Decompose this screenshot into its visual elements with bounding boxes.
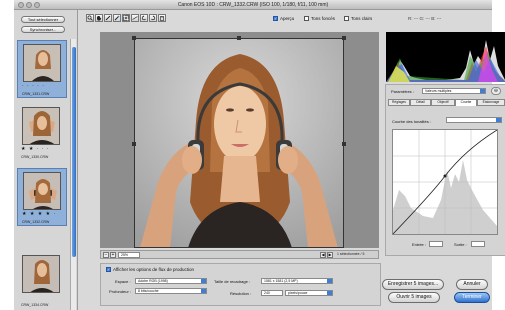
thumbnail-item[interactable]: ★ ★ · · · CRW_1330.CRW xyxy=(17,104,67,162)
zoom-out-button[interactable]: − xyxy=(103,252,109,258)
rating-stars[interactable]: · · · · · xyxy=(22,83,45,89)
thumbnail-item[interactable]: · · · · · CRW_1331.CRW xyxy=(17,40,67,98)
crop-handle[interactable] xyxy=(342,142,346,146)
tab-lens[interactable]: Objectif xyxy=(431,99,455,106)
crop-handle[interactable] xyxy=(237,36,241,40)
output-label: Sortie : xyxy=(454,242,467,247)
space-select[interactable]: Adobe RGB (1998) xyxy=(135,278,207,284)
tone-curve-label: Courbe des tonalités : xyxy=(392,119,431,124)
workflow-options-panel: ✓ Afficher les options de flux de product… xyxy=(100,263,381,306)
thumbnail-filename: CRW_1331.CRW xyxy=(22,92,50,96)
shadows-toggle[interactable]: Tons foncés xyxy=(304,16,336,22)
rotate-right-icon[interactable] xyxy=(149,14,157,22)
resolution-unit-select[interactable]: pixels/pouce xyxy=(285,290,333,296)
open-images-button[interactable]: Ouvrir 5 images xyxy=(388,292,440,303)
straighten-tool-icon[interactable] xyxy=(131,14,139,22)
filmstrip-scrollbar[interactable] xyxy=(70,39,76,310)
preview-label: Aperçu xyxy=(280,16,295,21)
thumbnail-item[interactable]: CRW_1334.CRW xyxy=(17,252,67,310)
tab-detail[interactable]: Détail xyxy=(410,99,431,106)
crop-handle[interactable] xyxy=(132,36,136,40)
rating-stars[interactable]: ★ ★ ★ ★ · xyxy=(22,211,56,217)
select-all-button[interactable]: Tout sélectionner xyxy=(21,16,65,23)
selection-status: 1 sélectionnée / 5 xyxy=(337,252,365,256)
previous-image-icon[interactable]: ◀ xyxy=(320,252,326,258)
window-title: Canon EOS 10D : CRW_1332.CRW (ISO 100, 1… xyxy=(177,2,329,8)
thumbnail-image xyxy=(23,44,61,82)
zoom-level-field[interactable]: 25% xyxy=(118,252,140,258)
preview-checkbox[interactable]: ✓ xyxy=(273,16,278,22)
crop-size-select[interactable]: 1581 x 1581 (2,5 MP) xyxy=(261,278,333,284)
rgb-readout: R: --- G: --- B: --- xyxy=(408,16,442,21)
input-label: Entrée : xyxy=(412,242,427,247)
rotate-left-icon[interactable] xyxy=(140,14,148,22)
thumbnail-image xyxy=(22,107,60,145)
cancel-button[interactable]: Annuler xyxy=(456,279,488,290)
tone-curve-select[interactable] xyxy=(446,117,502,123)
zoom-tool-icon[interactable] xyxy=(86,14,94,22)
synchronize-button[interactable]: Synchroniser... xyxy=(21,26,65,33)
thumbnail-image xyxy=(23,172,61,210)
tab-curve[interactable]: Courbe xyxy=(455,99,477,106)
workflow-options-label: Afficher les options de flux de producti… xyxy=(113,267,194,272)
input-field[interactable] xyxy=(429,241,443,247)
white-balance-tool-icon[interactable] xyxy=(104,14,112,22)
close-window-icon[interactable] xyxy=(18,2,24,8)
thumbnail-filename: CRW_1334.CRW xyxy=(21,303,49,307)
save-images-button[interactable]: Enregistrer 5 images... xyxy=(382,279,444,290)
output-field[interactable] xyxy=(471,241,485,247)
filmstrip-scroll-thumb[interactable] xyxy=(72,47,76,257)
highlights-checkbox[interactable] xyxy=(344,16,349,22)
color-sampler-tool-icon[interactable] xyxy=(113,14,121,22)
settings-label: Paramètres : xyxy=(391,89,414,94)
thumbnail-filename: CRW_1332.CRW xyxy=(22,220,50,224)
filmstrip-panel: Tout sélectionner Synchroniser... · · · … xyxy=(14,10,78,310)
minimize-window-icon[interactable] xyxy=(26,2,32,8)
settings-select[interactable]: Valeurs multiples xyxy=(422,88,486,94)
resolution-field[interactable]: 240 xyxy=(261,290,283,296)
done-button[interactable]: Terminer xyxy=(454,292,490,303)
highlights-label: Tons clairs xyxy=(351,16,373,21)
workflow-options-toggle[interactable]: ✓ Afficher les options de flux de product… xyxy=(106,267,194,273)
highlights-toggle[interactable]: Tons clairs xyxy=(344,16,373,22)
hand-tool-icon[interactable] xyxy=(95,14,103,22)
next-image-icon[interactable]: ▶ xyxy=(327,252,333,258)
zoom-in-button[interactable]: + xyxy=(110,252,116,258)
histogram xyxy=(386,32,505,82)
workflow-options-checkbox[interactable]: ✓ xyxy=(106,267,111,273)
crop-rectangle[interactable] xyxy=(134,38,344,248)
rating-stars[interactable]: ★ ★ · · · xyxy=(21,146,50,152)
settings-menu-icon[interactable]: ⊖ xyxy=(491,87,501,95)
resolution-label: Résolution : xyxy=(230,291,252,296)
preview-toggle[interactable]: ✓ Aperçu xyxy=(273,16,295,22)
crop-size-label: Taille de recadrage : xyxy=(214,279,251,284)
panel-tabs: Réglages Détail Objectif Courbe Étalonna… xyxy=(388,99,505,106)
shadows-label: Tons foncés xyxy=(311,16,336,21)
zoom-strip: − + 25% ◀ ▶ 1 sélectionnée / 5 xyxy=(100,250,379,259)
trash-icon[interactable] xyxy=(158,14,166,22)
tab-calibration[interactable]: Étalonnage xyxy=(477,99,505,106)
thumbnail-item[interactable]: ★ ★ ★ ★ · CRW_1332.CRW xyxy=(17,168,67,226)
thumbnail-filename: CRW_1330.CRW xyxy=(21,155,49,159)
crop-handle[interactable] xyxy=(132,142,136,146)
space-label: Espace : xyxy=(115,279,131,284)
depth-select[interactable]: 8 bits/couche xyxy=(135,288,207,294)
zoom-window-icon[interactable] xyxy=(34,2,40,8)
shadows-checkbox[interactable] xyxy=(304,16,309,22)
tab-adjust[interactable]: Réglages xyxy=(388,99,410,106)
crop-handle[interactable] xyxy=(342,36,346,40)
depth-label: Profondeur : xyxy=(109,289,132,294)
image-preview[interactable] xyxy=(100,32,379,248)
adjustments-panel: Paramètres : Valeurs multiples ⊖ Réglage… xyxy=(385,84,505,256)
thumbnail-image xyxy=(22,255,60,293)
crop-tool-icon[interactable] xyxy=(122,14,130,22)
tone-curve-graph[interactable] xyxy=(392,129,498,235)
camera-raw-window: Canon EOS 10D : CRW_1332.CRW (ISO 100, 1… xyxy=(14,0,505,310)
window-title-bar: Canon EOS 10D : CRW_1332.CRW (ISO 100, 1… xyxy=(14,0,492,10)
